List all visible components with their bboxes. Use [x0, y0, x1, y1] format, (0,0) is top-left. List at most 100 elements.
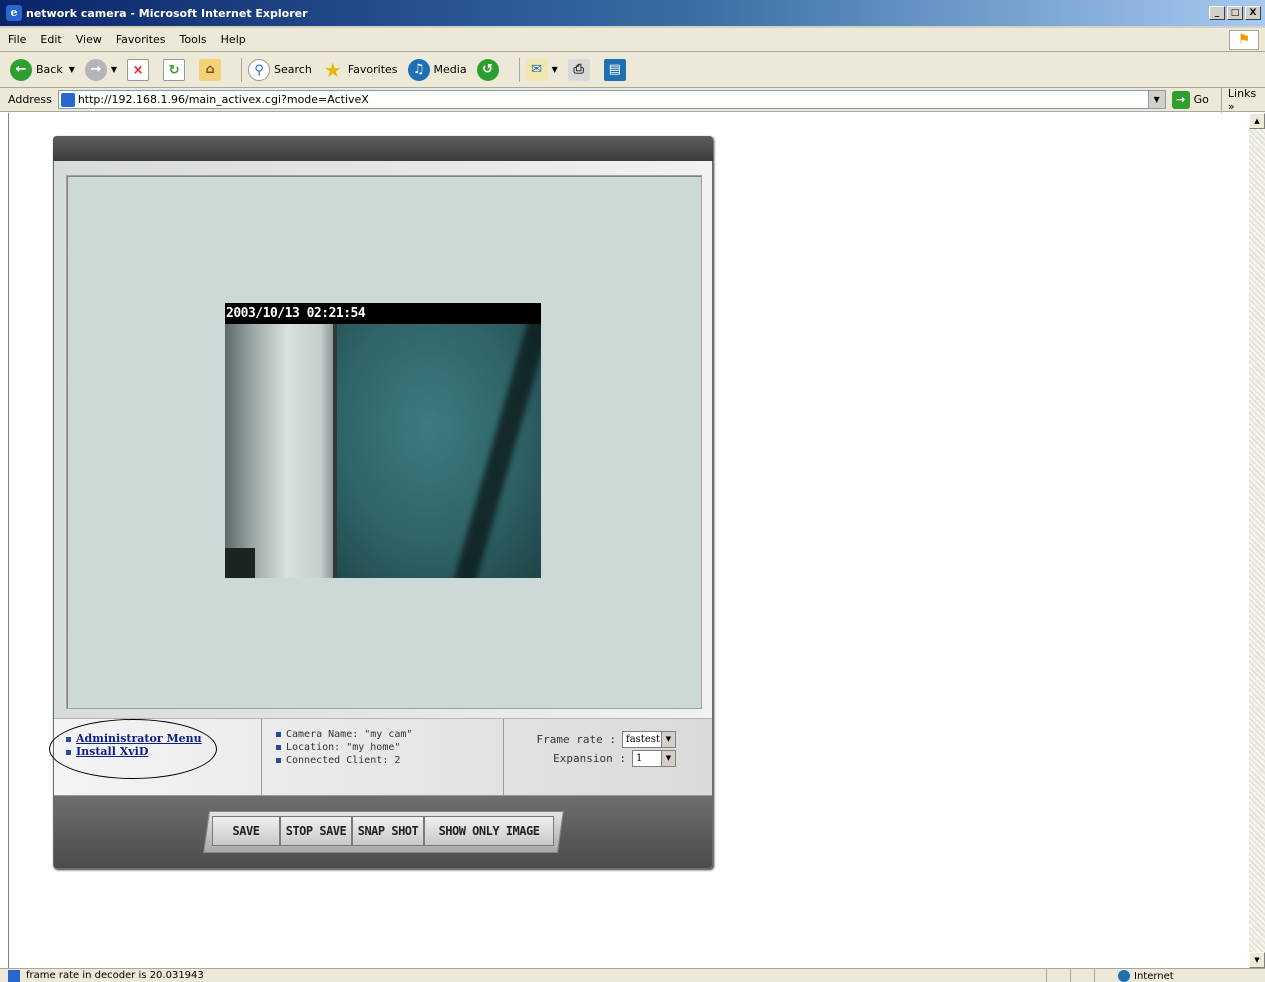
stop-save-button[interactable]: STOP SAVE	[280, 816, 352, 846]
window-title: network camera - Microsoft Internet Expl…	[26, 6, 308, 20]
links-label: Links	[1227, 86, 1257, 100]
window-controls: _ □ X	[1209, 6, 1261, 20]
zone-label: Internet	[1134, 970, 1174, 982]
status-pane	[1046, 969, 1070, 982]
close-button[interactable]: X	[1245, 6, 1261, 20]
frame-rate-control: Frame rate : fastest ▼	[537, 731, 676, 748]
forward-arrow-icon: →	[84, 58, 107, 81]
address-dropdown-icon[interactable]: ▼	[1147, 91, 1165, 108]
edit-button[interactable]: ▤	[603, 58, 630, 81]
refresh-button[interactable]: ↻	[163, 58, 189, 81]
security-zone: Internet	[1118, 970, 1174, 982]
address-label: Address	[8, 93, 52, 106]
favorites-button[interactable]: ★ Favorites	[322, 59, 398, 81]
highlight-oval	[49, 719, 217, 779]
camera-panel: 2003/10/13 02:21:54 Administrator Menu I…	[49, 136, 713, 869]
page-icon	[60, 92, 75, 107]
control-buttons: SAVE STOP SAVE SNAP SHOT SHOW ONLY IMAGE	[212, 816, 554, 846]
globe-icon	[1118, 970, 1130, 982]
panel-header	[53, 136, 713, 161]
status-pane	[1094, 969, 1118, 982]
go-button[interactable]: → Go	[1171, 90, 1209, 109]
mail-icon: ✉	[525, 58, 548, 81]
media-button[interactable]: ♫ Media	[407, 58, 467, 81]
status-text: frame rate in decoder is 20.031943	[26, 970, 204, 981]
camera-location-line: Location: "my home"	[262, 741, 503, 754]
print-button[interactable]: ⎙	[567, 58, 594, 81]
expansion-value: 1	[636, 753, 643, 764]
stop-button[interactable]: ×	[127, 58, 153, 81]
forward-button[interactable]: → ▼	[84, 58, 117, 81]
menu-favorites[interactable]: Favorites	[116, 33, 166, 46]
connected-clients-line: Connected Client: 2	[262, 754, 503, 767]
show-only-image-button[interactable]: SHOW ONLY IMAGE	[424, 816, 554, 846]
snap-shot-button[interactable]: SNAP SHOT	[352, 816, 424, 846]
video-viewport: 2003/10/13 02:21:54	[66, 175, 702, 709]
mail-button[interactable]: ✉ ▼	[525, 58, 558, 81]
print-icon: ⎙	[567, 58, 590, 81]
address-input[interactable]: http://192.168.1.96/main_activex.cgi?mod…	[57, 90, 1166, 109]
minimize-button[interactable]: _	[1209, 6, 1225, 20]
toolbar-separator	[518, 57, 520, 82]
home-icon: ⌂	[199, 58, 222, 81]
admin-links: Administrator Menu Install XviD	[49, 719, 262, 796]
menu-help[interactable]: Help	[221, 33, 246, 46]
go-label: Go	[1193, 93, 1209, 106]
search-icon: ⚲	[248, 58, 271, 81]
menu-edit[interactable]: Edit	[40, 33, 61, 46]
maximize-button[interactable]: □	[1227, 6, 1243, 20]
forward-dropdown-icon[interactable]: ▼	[111, 65, 117, 74]
title-bar: e network camera - Microsoft Internet Ex…	[0, 0, 1265, 28]
back-label: Back	[36, 63, 63, 76]
menu-bar: File Edit View Favorites Tools Help ⚑	[0, 28, 1265, 52]
scroll-up-icon[interactable]: ▲	[1249, 113, 1265, 129]
video-floor	[225, 548, 255, 578]
camera-name: Camera Name: "my cam"	[286, 729, 413, 740]
media-icon: ♫	[407, 58, 430, 81]
menu-tools[interactable]: Tools	[180, 33, 207, 46]
save-button[interactable]: SAVE	[212, 816, 280, 846]
windows-flag-icon: ⚑	[1229, 30, 1259, 50]
chevron-down-icon: ▼	[661, 751, 675, 766]
media-label: Media	[433, 63, 467, 76]
scroll-down-icon[interactable]: ▼	[1249, 952, 1265, 968]
search-button[interactable]: ⚲ Search	[248, 58, 312, 81]
frame-rate-select[interactable]: fastest ▼	[622, 731, 676, 748]
control-button-area: SAVE STOP SAVE SNAP SHOT SHOW ONLY IMAGE	[54, 795, 712, 868]
menu-view[interactable]: View	[76, 33, 102, 46]
bullet-icon	[276, 744, 281, 750]
expansion-select[interactable]: 1 ▼	[632, 750, 676, 767]
video-frame: 2003/10/13 02:21:54	[54, 161, 712, 718]
video-timestamp: 2003/10/13 02:21:54	[225, 303, 541, 324]
camera-location: Location: "my home"	[286, 742, 401, 753]
stop-icon: ×	[127, 58, 150, 81]
search-label: Search	[274, 63, 312, 76]
status-panes	[1046, 969, 1118, 982]
go-arrow-icon: →	[1171, 90, 1190, 109]
links-toolbar[interactable]: Links »	[1220, 86, 1265, 113]
camera-details: Camera Name: "my cam" Location: "my home…	[262, 719, 504, 796]
view-settings: Frame rate : fastest ▼ Expansion : 1 ▼	[504, 719, 712, 796]
mail-dropdown-icon[interactable]: ▼	[552, 65, 558, 74]
expansion-label: Expansion :	[553, 752, 626, 765]
home-button[interactable]: ⌂	[199, 58, 225, 81]
address-bar: Address http://192.168.1.96/main_activex…	[0, 86, 1265, 113]
favorites-label: Favorites	[347, 63, 398, 76]
bullet-icon	[276, 757, 281, 763]
history-button[interactable]: ↺	[476, 58, 503, 81]
connected-clients: Connected Client: 2	[286, 755, 401, 766]
menu-file[interactable]: File	[8, 33, 26, 46]
back-button[interactable]: ← Back ▼	[10, 58, 75, 81]
camera-info-strip: Administrator Menu Install XviD Camera N…	[49, 718, 712, 796]
standard-toolbar: ← Back ▼ → ▼ × ↻ ⌂ ⚲ Search ★ Favorites …	[0, 52, 1265, 88]
vertical-scrollbar[interactable]: ▲ ▼	[1249, 113, 1265, 968]
star-icon: ★	[323, 57, 342, 82]
edit-page-icon: ▤	[603, 58, 626, 81]
ie-icon: e	[6, 5, 22, 21]
status-pane	[1070, 969, 1094, 982]
camera-name-line: Camera Name: "my cam"	[262, 728, 503, 741]
refresh-icon: ↻	[163, 58, 186, 81]
page-status-icon	[8, 969, 20, 982]
back-dropdown-icon[interactable]: ▼	[69, 65, 75, 74]
status-bar: frame rate in decoder is 20.031943 Inter…	[0, 968, 1265, 982]
